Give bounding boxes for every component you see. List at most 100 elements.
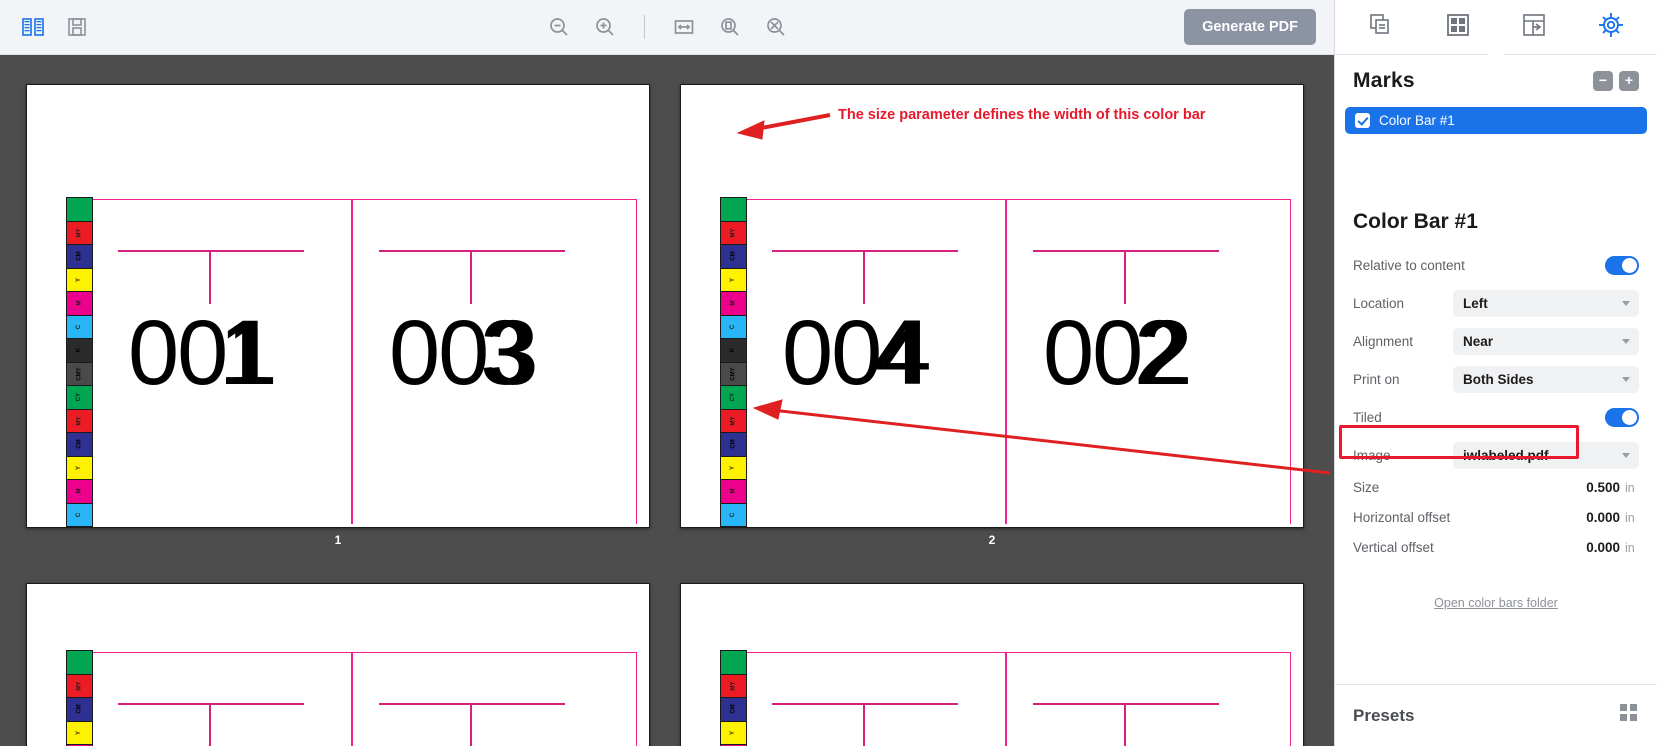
color-patch-label: K: [730, 348, 737, 353]
color-patch-label: M: [76, 488, 83, 494]
add-mark-button[interactable]: +: [1619, 71, 1639, 91]
zoom-in-icon[interactable]: [590, 12, 620, 42]
color-patch-label: MY: [730, 228, 737, 238]
remove-mark-button[interactable]: −: [1593, 71, 1613, 91]
imposed-page-004[interactable]: 004 4: [721, 199, 1006, 524]
sheet-2[interactable]: 004 4 MY CM Y M C K CMY CY MY CM Y M C 002 2: [680, 84, 1304, 528]
row-vertical-offset[interactable]: Vertical offset 0.000 in: [1353, 540, 1639, 570]
imposed-page-6[interactable]: [721, 652, 1006, 746]
toggle-relative-to-content[interactable]: [1605, 255, 1639, 275]
color-patch-label: CM: [730, 251, 737, 261]
imposition-canvas[interactable]: 001 1 MY CM Y M C K CMY CY MY CM Y M C 003 3: [0, 55, 1334, 746]
color-patch-cmy-7: CMY: [721, 362, 746, 386]
page-number-overlay-2: 2: [1134, 302, 1185, 404]
select-image[interactable]: iwlabeled.pdf: [1453, 441, 1639, 469]
color-patch-label: MY: [76, 228, 83, 238]
color-patch-label: CMY: [730, 367, 737, 381]
color-patch-cm-2: CM: [721, 698, 746, 722]
value-horizontal-offset[interactable]: 0.000: [1586, 510, 1620, 525]
tab-imposition[interactable]: [1511, 8, 1557, 46]
tab-pages[interactable]: [1358, 8, 1404, 46]
color-patch-label: CM: [76, 439, 83, 449]
color-patch-label: C: [730, 512, 737, 517]
select-print-on[interactable]: Both Sides: [1453, 365, 1639, 393]
spread-view-icon[interactable]: [18, 12, 48, 42]
color-patch-label: CM: [730, 704, 737, 714]
tab-marks[interactable]: [1487, 8, 1634, 55]
zoom-out-icon[interactable]: [544, 12, 574, 42]
properties-title: Color Bar #1: [1353, 210, 1478, 233]
label-image: Image: [1353, 447, 1391, 463]
actual-size-icon[interactable]: [761, 12, 791, 42]
save-layout-icon[interactable]: [62, 12, 92, 42]
color-patch-label: CY: [76, 393, 83, 402]
toggle-tiled[interactable]: [1605, 407, 1639, 427]
color-bar-sheet-2[interactable]: MY CM Y M C K CMY CY MY CM Y M C: [720, 197, 747, 527]
generate-pdf-button[interactable]: Generate PDF: [1184, 9, 1316, 45]
value-vertical-offset[interactable]: 0.000: [1586, 540, 1620, 555]
color-patch-label: MY: [76, 416, 83, 426]
fit-page-icon[interactable]: [715, 12, 745, 42]
color-patch-cy-8: CY: [721, 386, 746, 410]
toolbar-center-group: [0, 0, 1334, 54]
row-horizontal-offset[interactable]: Horizontal offset 0.000 in: [1353, 510, 1639, 540]
color-bar-sheet-4[interactable]: MYCMYMCKCMYCYMYCMYMC: [720, 650, 747, 746]
imposed-page-5[interactable]: [67, 652, 352, 746]
color-patch-my-1: MY: [67, 674, 92, 698]
grid-presets-icon[interactable]: [1619, 703, 1639, 728]
open-color-bars-folder-link[interactable]: Open color bars folder: [1353, 596, 1639, 610]
select-location-value: Left: [1463, 295, 1488, 311]
sheet-1[interactable]: 001 1 MY CM Y M C K CMY CY MY CM Y M C 003 3: [26, 84, 650, 528]
mark-list-item-color-bar-1[interactable]: Color Bar #1: [1345, 107, 1647, 134]
color-bar-sheet-1[interactable]: MY CM Y M C K CMY CY MY CM Y M C: [66, 197, 93, 527]
color-bar-sheet-3[interactable]: MYCMYMCKCMYCYMYCMYMC: [66, 650, 93, 746]
toolbar-divider: [643, 15, 645, 39]
mark-item-label: Color Bar #1: [1379, 113, 1455, 128]
crop-mark-v-6: [470, 703, 472, 746]
imposed-page-001[interactable]: 001 1: [67, 199, 352, 524]
crop-mark-h-2: [379, 250, 565, 252]
chevron-down-icon: [1622, 452, 1630, 458]
color-patch-label: CM: [76, 251, 83, 261]
crop-mark-v-2: [470, 250, 472, 304]
right-panel: Marks − + Color Bar #1 Color Bar #1 Rela…: [1334, 0, 1657, 746]
fit-width-icon[interactable]: [669, 12, 699, 42]
crop-mark-h-1: [118, 250, 304, 252]
color-patch-cmy-7: CMY: [67, 362, 92, 386]
select-image-value: iwlabeled.pdf: [1463, 447, 1549, 463]
imposed-page-7[interactable]: [352, 652, 637, 746]
color-patch-label: Y: [76, 465, 83, 470]
color-patch-c-13: C: [67, 503, 92, 526]
label-location: Location: [1353, 295, 1405, 311]
properties-section: Color Bar #1 Relative to content Locatio…: [1335, 206, 1657, 610]
unit-size: in: [1625, 481, 1635, 495]
tab-layout[interactable]: [1435, 8, 1481, 46]
chevron-down-icon: [1622, 338, 1630, 344]
grid-layout-icon: [1445, 12, 1471, 43]
value-size[interactable]: 0.500: [1586, 480, 1620, 495]
row-size[interactable]: Size 0.500 in: [1353, 480, 1639, 510]
annotation-text: The size parameter defines the width of …: [838, 107, 1206, 123]
presets-section: Presets: [1335, 684, 1657, 746]
page-number-overlay-1: 1: [219, 302, 270, 404]
color-patch-label: MY: [730, 416, 737, 426]
color-patch-y-11: Y: [721, 456, 746, 480]
color-patch-blank-0: [67, 198, 92, 222]
sheet-3[interactable]: MYCMYMCKCMYCYMYCMYMC: [26, 583, 650, 746]
color-patch-my-1: MY: [721, 674, 746, 698]
select-alignment[interactable]: Near: [1453, 327, 1639, 355]
sheet-4[interactable]: MYCMYMCKCMYCYMYCMYMC: [680, 583, 1304, 746]
imposition-icon: [1521, 12, 1547, 43]
marks-buttons: − +: [1593, 71, 1639, 91]
crop-mark-v-8: [1124, 703, 1126, 746]
color-patch-cm-10: CM: [67, 433, 92, 457]
imposed-page-8[interactable]: [1006, 652, 1291, 746]
imposed-page-002[interactable]: 002 2: [1006, 199, 1291, 524]
crop-mark-v-7: [863, 703, 865, 746]
pages-copy-icon: [1368, 12, 1394, 43]
select-location[interactable]: Left: [1453, 289, 1639, 317]
mark-checkbox[interactable]: [1355, 113, 1370, 128]
unit-horizontal-offset: in: [1625, 511, 1635, 525]
color-patch-label: C: [76, 324, 83, 329]
imposed-page-003[interactable]: 003 3: [352, 199, 637, 524]
